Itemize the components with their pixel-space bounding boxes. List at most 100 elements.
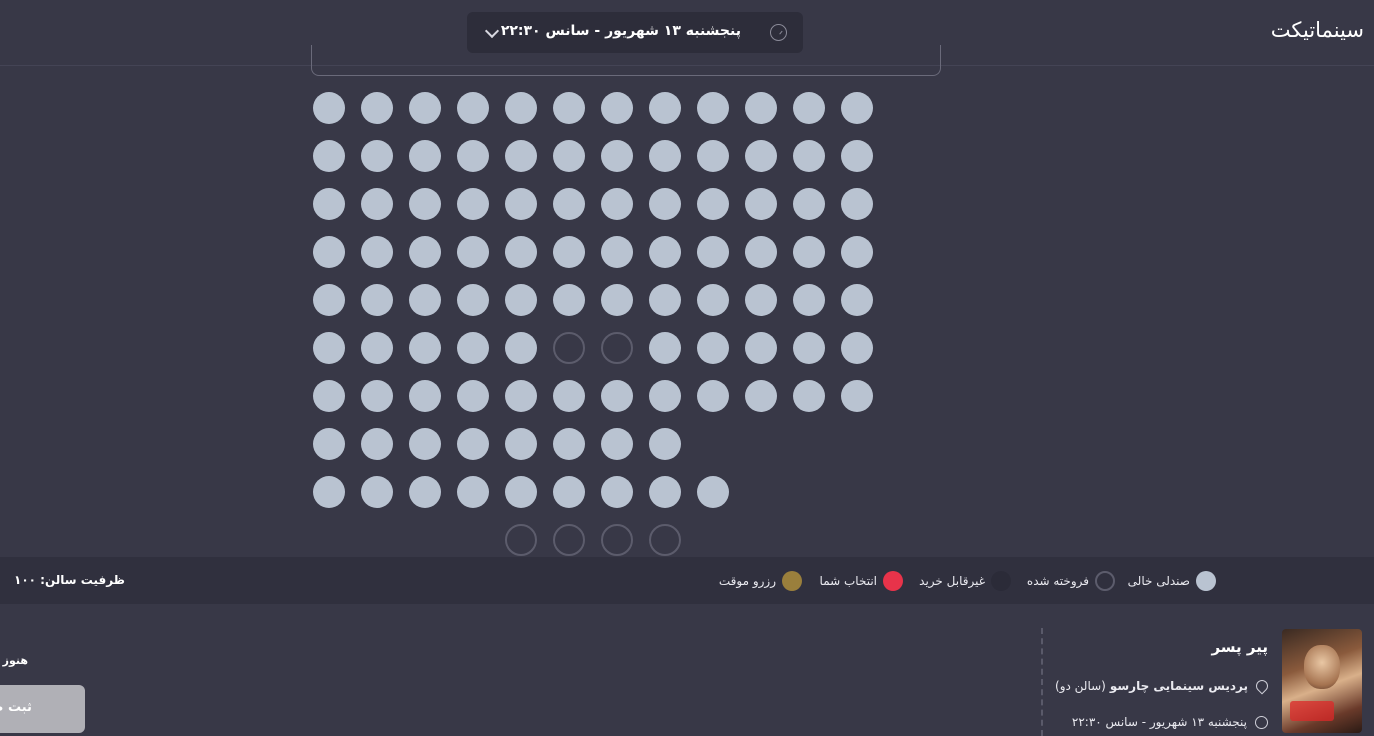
seat-empty[interactable] (649, 188, 681, 220)
seat-empty[interactable] (601, 188, 633, 220)
seat-empty[interactable] (649, 284, 681, 316)
seat-empty[interactable] (841, 92, 873, 124)
seat-empty[interactable] (409, 428, 441, 460)
seat-empty[interactable] (409, 92, 441, 124)
seat-empty[interactable] (649, 380, 681, 412)
seat-empty[interactable] (793, 332, 825, 364)
seat-empty[interactable] (601, 236, 633, 268)
seat-empty[interactable] (553, 476, 585, 508)
seat-empty[interactable] (697, 140, 729, 172)
seat-empty[interactable] (601, 380, 633, 412)
seat-empty[interactable] (841, 284, 873, 316)
seat-empty[interactable] (745, 92, 777, 124)
seat-empty[interactable] (649, 332, 681, 364)
seat-empty[interactable] (313, 332, 345, 364)
seat-empty[interactable] (505, 284, 537, 316)
seat-empty[interactable] (697, 188, 729, 220)
seat-empty[interactable] (553, 92, 585, 124)
seat-empty[interactable] (457, 332, 489, 364)
seat-empty[interactable] (409, 140, 441, 172)
seat-empty[interactable] (361, 284, 393, 316)
seat-empty[interactable] (409, 188, 441, 220)
seat-empty[interactable] (505, 476, 537, 508)
seat-empty[interactable] (553, 140, 585, 172)
seat-empty[interactable] (601, 284, 633, 316)
seat-empty[interactable] (361, 332, 393, 364)
seat-empty[interactable] (409, 236, 441, 268)
seat-empty[interactable] (505, 140, 537, 172)
seat-empty[interactable] (745, 236, 777, 268)
seat-empty[interactable] (601, 140, 633, 172)
seat-empty[interactable] (793, 284, 825, 316)
seat-empty[interactable] (793, 140, 825, 172)
seat-empty[interactable] (553, 428, 585, 460)
seat-empty[interactable] (745, 188, 777, 220)
seat-empty[interactable] (697, 92, 729, 124)
seat-empty[interactable] (745, 332, 777, 364)
seat-empty[interactable] (457, 236, 489, 268)
seat-empty[interactable] (313, 140, 345, 172)
seat-empty[interactable] (697, 476, 729, 508)
seat-empty[interactable] (457, 428, 489, 460)
seat-empty[interactable] (457, 284, 489, 316)
site-logo[interactable]: سینماتیکت (1271, 18, 1365, 42)
seat-empty[interactable] (313, 380, 345, 412)
seat-empty[interactable] (745, 284, 777, 316)
seat-empty[interactable] (505, 380, 537, 412)
seat-empty[interactable] (841, 188, 873, 220)
seat-empty[interactable] (505, 92, 537, 124)
seat-empty[interactable] (505, 428, 537, 460)
seat-empty[interactable] (457, 476, 489, 508)
seat-empty[interactable] (697, 236, 729, 268)
seat-empty[interactable] (793, 380, 825, 412)
seat-empty[interactable] (361, 236, 393, 268)
seat-empty[interactable] (361, 92, 393, 124)
seat-empty[interactable] (409, 476, 441, 508)
seat-empty[interactable] (313, 428, 345, 460)
seat-empty[interactable] (793, 236, 825, 268)
seat-empty[interactable] (553, 284, 585, 316)
seat-empty[interactable] (745, 380, 777, 412)
seat-empty[interactable] (841, 236, 873, 268)
seat-empty[interactable] (457, 380, 489, 412)
seat-empty[interactable] (841, 380, 873, 412)
seat-empty[interactable] (361, 476, 393, 508)
seat-empty[interactable] (649, 92, 681, 124)
seat-empty[interactable] (601, 476, 633, 508)
seat-empty[interactable] (841, 332, 873, 364)
submit-seats-button[interactable]: ثبت صندلی (0, 685, 85, 733)
seat-empty[interactable] (361, 428, 393, 460)
seat-empty[interactable] (649, 476, 681, 508)
seat-empty[interactable] (361, 188, 393, 220)
seat-empty[interactable] (553, 188, 585, 220)
seat-empty[interactable] (601, 92, 633, 124)
seat-empty[interactable] (553, 380, 585, 412)
seat-empty[interactable] (409, 332, 441, 364)
seat-empty[interactable] (697, 284, 729, 316)
seat-empty[interactable] (457, 140, 489, 172)
seat-empty[interactable] (697, 332, 729, 364)
seat-empty[interactable] (601, 428, 633, 460)
seat-empty[interactable] (793, 188, 825, 220)
seat-empty[interactable] (409, 380, 441, 412)
seat-empty[interactable] (793, 92, 825, 124)
seat-empty[interactable] (505, 188, 537, 220)
seat-empty[interactable] (457, 92, 489, 124)
seat-empty[interactable] (649, 428, 681, 460)
seat-empty[interactable] (649, 236, 681, 268)
seat-empty[interactable] (697, 380, 729, 412)
seat-empty[interactable] (457, 188, 489, 220)
seat-empty[interactable] (553, 236, 585, 268)
seat-empty[interactable] (409, 284, 441, 316)
seat-empty[interactable] (649, 140, 681, 172)
seat-empty[interactable] (313, 188, 345, 220)
seat-empty[interactable] (313, 284, 345, 316)
seat-empty[interactable] (361, 380, 393, 412)
seat-empty[interactable] (505, 236, 537, 268)
seat-empty[interactable] (313, 476, 345, 508)
seat-empty[interactable] (313, 236, 345, 268)
seat-empty[interactable] (313, 92, 345, 124)
seat-empty[interactable] (361, 140, 393, 172)
seat-empty[interactable] (745, 140, 777, 172)
seat-empty[interactable] (841, 140, 873, 172)
